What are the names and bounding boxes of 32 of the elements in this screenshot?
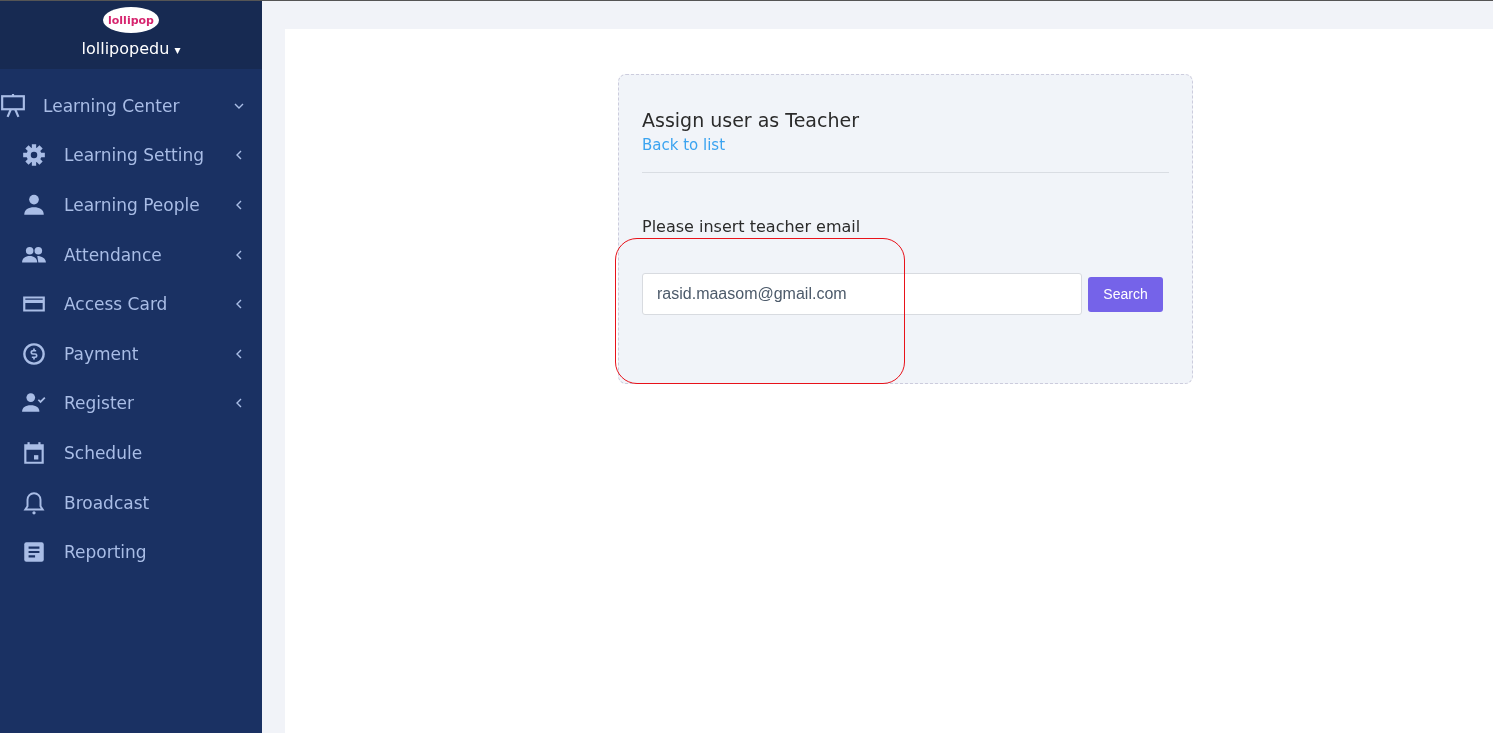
- menu-label: Attendance: [64, 244, 163, 265]
- menu-item[interactable]: Reporting: [0, 527, 262, 577]
- menu-label: Learning Center: [43, 95, 181, 116]
- menu-label: Learning Setting: [64, 145, 206, 166]
- field-label: Please insert teacher email: [642, 217, 862, 236]
- menu-item[interactable]: Access Card: [0, 279, 262, 329]
- menu-label: Access Card: [64, 294, 169, 315]
- menu-label: Reporting: [64, 542, 148, 563]
- menu-item[interactable]: Learning Setting: [0, 130, 262, 181]
- easel-icon: [0, 92, 26, 119]
- menu-item[interactable]: Register: [0, 378, 262, 429]
- menu-label: Broadcast: [64, 492, 151, 513]
- menu-item[interactable]: Payment: [0, 328, 262, 379]
- menu-item[interactable]: Learning Center: [0, 81, 262, 131]
- calendar-icon: [21, 439, 47, 466]
- menu-item[interactable]: Learning People: [0, 180, 262, 230]
- logo: lollipop: [103, 7, 159, 33]
- menu-label: Schedule: [64, 442, 144, 463]
- menu-item[interactable]: Attendance: [0, 229, 262, 280]
- menu-label: Payment: [64, 343, 140, 364]
- dollar-icon: [21, 340, 47, 367]
- card-title: Assign user as Teacher: [642, 109, 860, 131]
- search-button[interactable]: Search: [1088, 276, 1163, 312]
- person-icon: [21, 192, 47, 218]
- bell-icon: [21, 489, 47, 516]
- account-menu[interactable]: lollipopedu ▾: [81, 39, 181, 58]
- gear-icon: [21, 142, 47, 169]
- email-field[interactable]: rasid.maasom@gmail.com: [642, 273, 1082, 315]
- menu-item[interactable]: Broadcast: [0, 477, 262, 528]
- menu-label: Register: [64, 393, 135, 414]
- menu-item[interactable]: Schedule: [0, 428, 262, 478]
- menu-label: Learning People: [64, 195, 201, 215]
